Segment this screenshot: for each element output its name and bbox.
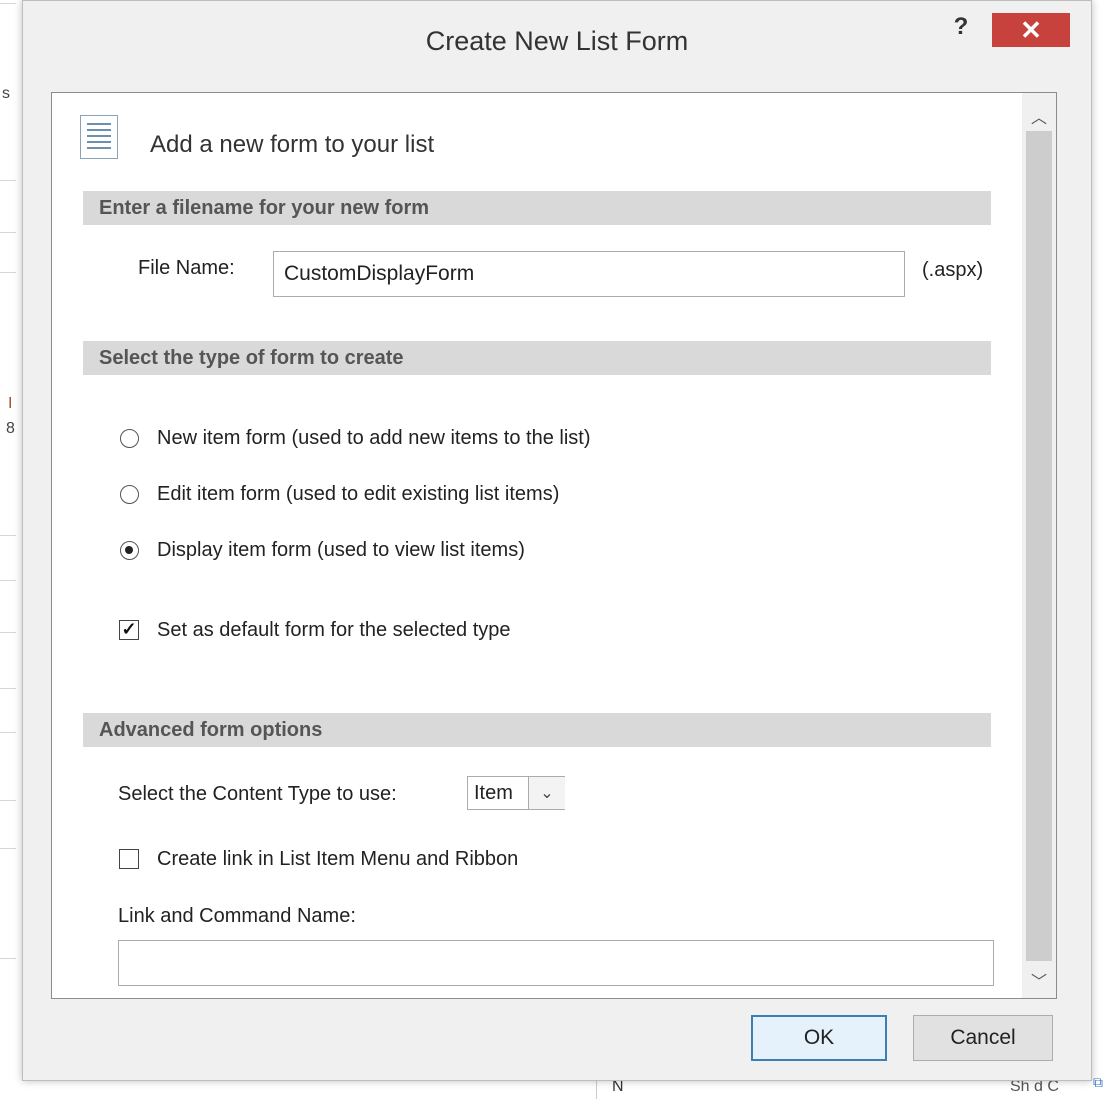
radio-label-edit-item-form[interactable]: Edit item form (used to edit existing li… [157, 483, 559, 506]
content-type-label: Select the Content Type to use: [118, 783, 397, 805]
link-command-name-label: Link and Command Name: [118, 905, 356, 927]
help-button[interactable]: ? [949, 13, 973, 43]
background-fragment: I [8, 395, 13, 412]
list-form-icon [80, 115, 118, 159]
help-icon: ? [953, 13, 969, 40]
chevron-down-icon[interactable]: ⌄ [528, 777, 565, 809]
section-header-advanced: Advanced form options [83, 713, 991, 747]
file-name-label: File Name: [138, 257, 235, 279]
close-button[interactable]: ✕ [992, 13, 1070, 47]
background-divider [0, 632, 16, 633]
background-app-edge: s I 8 [0, 0, 22, 1099]
dialog-title: Create New List Form [425, 26, 689, 56]
create-list-form-dialog: Create New List Form ? ✕ Add a new form … [22, 0, 1092, 1081]
background-divider [0, 848, 16, 849]
background-divider [0, 180, 16, 181]
section-header-form-type: Select the type of form to create [83, 341, 991, 375]
background-fragment: 8 [6, 420, 15, 437]
background-fragment: s [2, 85, 10, 102]
background-divider [0, 580, 16, 581]
background-divider [0, 800, 16, 801]
background-column-header: Sh d C [1010, 1078, 1059, 1095]
check-mark-icon: ✓ [121, 619, 137, 639]
form-content-panel: Add a new form to your list Enter a file… [51, 92, 1057, 999]
close-icon: ✕ [1020, 14, 1042, 45]
background-divider [0, 958, 16, 959]
background-divider [0, 3, 16, 4]
radio-label-display-item-form[interactable]: Display item form (used to view list ite… [157, 539, 525, 562]
scroll-up-chevron-up-icon[interactable]: ︿ [1022, 99, 1056, 133]
background-divider [0, 535, 16, 536]
background-divider [0, 232, 16, 233]
radio-display-item-form[interactable] [120, 541, 139, 560]
cancel-button[interactable]: Cancel [913, 1015, 1053, 1061]
radio-label-new-item-form[interactable]: New item form (used to add new items to … [157, 427, 591, 450]
create-link-checkbox-label[interactable]: Create link in List Item Menu and Ribbon [157, 848, 518, 871]
background-divider [0, 732, 16, 733]
content-type-selected-value: Item [474, 782, 513, 804]
default-form-checkbox[interactable]: ✓ [119, 620, 139, 640]
section-header-filename: Enter a filename for your new form [83, 191, 991, 225]
file-name-input[interactable] [273, 251, 905, 297]
file-extension-label: (.aspx) [922, 259, 984, 281]
external-link-icon[interactable]: ⧉ [1093, 1074, 1103, 1095]
create-link-checkbox[interactable] [119, 849, 139, 869]
default-form-checkbox-label[interactable]: Set as default form for the selected typ… [157, 619, 511, 642]
panel-heading: Add a new form to your list [150, 131, 435, 158]
radio-edit-item-form[interactable] [120, 485, 139, 504]
background-column-separator [596, 1080, 597, 1099]
scroll-down-chevron-down-icon[interactable]: ﹀ [1022, 963, 1056, 997]
scrollbar-thumb[interactable] [1026, 131, 1052, 961]
ok-button[interactable]: OK [751, 1015, 887, 1061]
background-divider [0, 272, 16, 273]
vertical-scrollbar[interactable]: ︿ ﹀ [1022, 93, 1056, 998]
dialog-titlebar[interactable]: Create New List Form ? ✕ [23, 1, 1091, 81]
background-divider [0, 688, 16, 689]
link-command-name-input[interactable] [118, 940, 994, 986]
radio-new-item-form[interactable] [120, 429, 139, 448]
background-column-header: N [612, 1078, 624, 1095]
content-type-select[interactable]: Item ⌄ [467, 776, 565, 810]
